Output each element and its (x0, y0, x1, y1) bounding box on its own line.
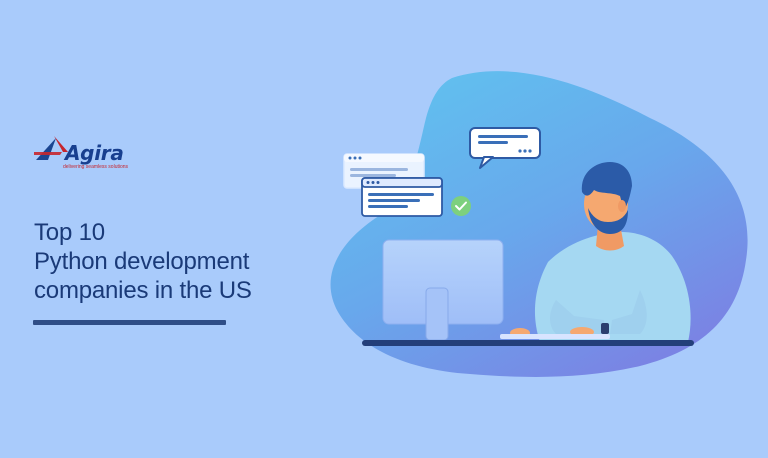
banner: Agira delivering seamless solutions Top … (0, 0, 768, 458)
check-icon (451, 196, 471, 216)
keyboard (500, 334, 610, 339)
desk (362, 340, 694, 346)
browser-window-icon (361, 177, 443, 217)
logo-tagline: delivering seamless solutions (63, 164, 129, 170)
agira-logo: Agira delivering seamless solutions (34, 132, 134, 178)
headline-line-3: companies in the US (34, 277, 252, 304)
headline-underline (33, 320, 226, 325)
logo-wordmark: Agira (65, 141, 124, 165)
headline-line-1: Top 10 (34, 219, 105, 246)
agira-logo-icon (34, 136, 68, 160)
headline-line-2: Python development (34, 248, 250, 275)
headline: Top 10 Python development companies in t… (34, 218, 334, 305)
